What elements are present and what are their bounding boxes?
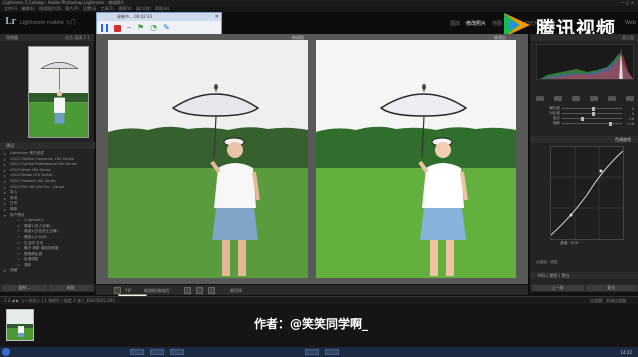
slider-label: 阴影 [552,121,560,125]
left-panel-buttons: 复制... 粘贴 [0,284,95,292]
compare-mode-label: 修改前/修改后： [144,288,174,293]
slider-track[interactable] [562,121,622,126]
pause-icon[interactable] [101,24,108,32]
slider-value: 0 [631,111,634,116]
taskbar-app[interactable] [325,349,339,355]
tone-curve-header[interactable]: 色调曲线 [530,136,638,143]
recorder-title: 录制中... 00:02:33 [117,14,153,19]
taskbar-app[interactable] [170,349,184,355]
spot-removal-icon[interactable] [554,96,562,101]
navigator-header[interactable]: 导航器 适合 填满 1:1 [0,34,94,41]
taskbar-clock: 14:22 [620,350,632,355]
slider-track[interactable] [562,111,622,116]
navigator-photo-image [29,47,88,137]
left-panel: 导航器 适合 填满 1:1 预设 Lightroom 黑白滤镜VSCO Fuji… [0,34,95,292]
menu-item[interactable]: 照片(P) [65,6,79,11]
cursor-icon[interactable]: ◔ [150,24,157,32]
softproof-toggle[interactable]: 软打样 [230,287,242,294]
slider-value: 0 [631,106,634,111]
previous-button[interactable]: 上一张 [532,285,584,291]
presets-header[interactable]: 预设 [0,142,95,149]
recorder-close-icon[interactable]: ✕ [215,13,219,21]
filmstrip-bar: 1 2 ◀ ▶ 上一次导入 | 1 张照片 / 选定 1 张 / _DSC002… [0,296,638,304]
copy-after-before-icon[interactable] [208,287,215,294]
slider-value: +28 [626,121,634,126]
compare-view-toggle[interactable]: Y|Y [125,287,131,294]
adjustment-brush-icon[interactable] [626,96,634,101]
windows-taskbar: 14:22 [0,347,638,357]
slider-track[interactable] [562,116,622,121]
menu-item[interactable]: 设置(S) [83,6,97,11]
before-photo-image [108,40,308,278]
recorder-title-bar: 录制中... 00:02:33 ✕ [97,13,221,21]
menu-item[interactable]: 窗口(W) [136,6,151,11]
tone-curve-point[interactable]: 点曲线：线性 [536,260,558,265]
compare-view: 修改前 修改后 [96,34,528,284]
right-panel-buttons: 上一张 复位 [530,284,638,292]
basic-sliders: 曝光度 0 对比度 0 高光 -18 阴影 +28 [536,106,634,126]
stop-icon[interactable] [114,24,121,32]
filmstrip-photo-image [7,310,33,340]
menu-item[interactable]: 工具(T) [101,6,115,11]
paste-button[interactable]: 粘贴 [48,285,93,291]
author-caption: 作者：@笑笑同学啊_ [254,317,369,331]
reset-button[interactable]: 复位 [585,285,637,291]
module-1[interactable]: 修改照片 [466,21,486,27]
after-photo[interactable] [316,40,516,278]
presets-panel: 预设 Lightroom 黑白滤镜VSCO Fujifilm Consumer … [0,142,95,274]
draw-icon[interactable]: ✎ [163,24,170,32]
navigator-preview[interactable] [28,46,89,138]
pen-icon[interactable]: ⎯ [127,24,131,32]
slider-knob[interactable] [592,111,595,116]
preset-item[interactable]: 收藏 [0,268,95,274]
before-photo[interactable] [108,40,308,278]
window-title: Lightroom 5 Catalog - Adobe Photoshop Li… [3,0,125,5]
filmstrip-thumbnail[interactable] [6,309,34,341]
right-panel: 直方图 曝光度 0 对比度 0 高光 -18 阴影 +28 色调曲线 通道：RGB 点 [529,34,638,292]
menu-item[interactable]: 修改照片(D) [39,6,61,11]
taskbar-app[interactable] [305,349,319,355]
histogram-graph [540,49,633,79]
filmstrip-source[interactable]: 1 2 ◀ ▶ 上一次导入 | 1 张照片 / 选定 1 张 / _DSC002… [4,298,115,303]
slider-track[interactable] [562,106,622,111]
lightroom-logo: Lr [5,17,17,27]
tone-curve-channel[interactable]: 通道：RGB [560,241,579,246]
graduated-filter-icon[interactable] [590,96,598,101]
tone-curve-line [550,147,624,239]
taskbar-app[interactable] [130,349,144,355]
develop-tool-strip [536,96,634,102]
preset-list: Lightroom 黑白滤镜VSCO Fujifilm Consumer LR4… [0,149,95,274]
menu-item[interactable]: 文件(F) [4,6,17,11]
copy-button[interactable]: 复制... [2,285,47,291]
highlight-icon[interactable]: ⚑ [137,24,144,32]
histogram [536,44,634,80]
menu-item[interactable]: 编辑(E) [21,6,35,11]
taskbar-app[interactable] [150,349,164,355]
tone-curve-graph[interactable] [550,146,624,240]
slider-knob[interactable] [592,106,595,111]
slider-knob[interactable] [608,121,612,126]
filmstrip: 作者：@笑笑同学啊_ [0,304,638,347]
recorder-tools: ⎯ ⚑ ◔ ✎ [97,21,221,35]
radial-filter-icon[interactable] [608,96,616,101]
after-photo-image [316,40,516,278]
crop-tool-icon[interactable] [536,96,544,101]
slider-value: -18 [628,116,634,121]
identity-brand: Lightroom mobile 入门 [20,20,76,26]
basic-slider-row[interactable]: 阴影 +28 [536,121,634,126]
loupe-view-icon[interactable] [114,287,121,294]
copy-before-after-icon[interactable] [196,287,203,294]
navigator-zoom-options[interactable]: 适合 填满 1:1 [65,34,90,41]
swap-settings-icon[interactable] [184,287,191,294]
hsl-header[interactable]: HSL / 颜色 / 黑白 [530,272,638,279]
module-0[interactable]: 图库 [450,21,460,27]
start-button-icon[interactable] [2,348,10,356]
menu-item[interactable]: 帮助(H) [155,6,169,11]
red-eye-icon[interactable] [572,96,580,101]
histogram-header[interactable]: 直方图 [530,34,638,41]
develop-toolbar: Y|Y 修改前/修改后： 软打样 [96,284,528,295]
menu-item[interactable]: 视图(V) [118,6,132,11]
slider-knob[interactable] [581,116,585,121]
